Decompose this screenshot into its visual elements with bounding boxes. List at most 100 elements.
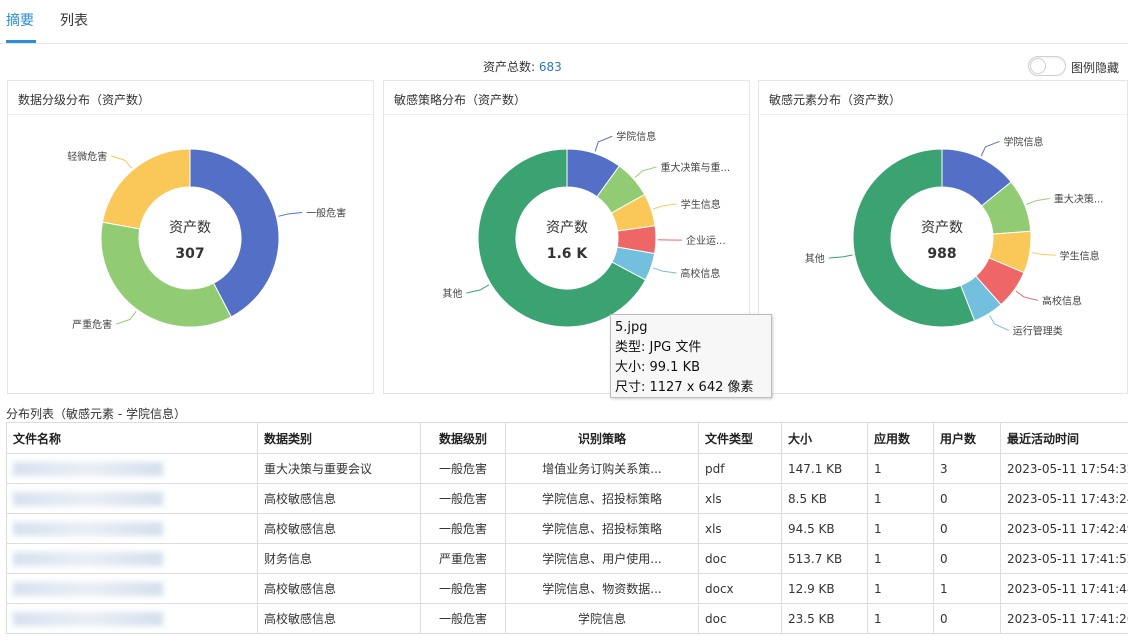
apps-count-link[interactable]: 1 — [867, 483, 934, 514]
apps-count-link[interactable]: 1 — [867, 543, 934, 574]
apps-count-link[interactable]: 1 — [867, 603, 934, 634]
asset-total-value: 683 — [538, 60, 562, 74]
column-header-category[interactable]: 数据类别 — [257, 422, 421, 454]
apps-count-link[interactable]: 1 — [867, 453, 934, 484]
donut-center-value: 988 — [927, 246, 956, 262]
filetype-cell: pdf — [698, 453, 782, 484]
donut-chart-level: 一般危害 轻微危害严重危害 资产数 307 — [67, 148, 346, 331]
last-activity-cell: 2023-05-11 17:41:20 — [1000, 603, 1128, 634]
distribution-table: 文件名称 数据类别 数据级别 识别策略 文件类型 大小 应用数 用户数 最近活动… — [6, 422, 1128, 634]
last-activity-cell: 2023-05-11 17:54:32 — [1000, 453, 1128, 484]
slice-label: 其他 — [442, 287, 462, 300]
table-row[interactable]: 重大决策与重要会议 一般危害 增值业务订购关系策... pdf 147.1 KB… — [6, 453, 1128, 484]
redacted-filename — [13, 491, 163, 506]
donut-center-label: 资产数 — [169, 220, 211, 236]
slice-label: 高校信息 — [680, 267, 720, 280]
label-leader-line — [634, 166, 657, 178]
slice-label: 企业运... — [686, 234, 726, 247]
legend-hide-toggle[interactable] — [1028, 56, 1066, 76]
label-leader-line — [828, 254, 853, 259]
column-header-filetype[interactable]: 文件类型 — [698, 422, 782, 454]
slice-label: 其他 — [805, 252, 825, 265]
filename-cell-redacted — [6, 543, 258, 574]
redacted-filename — [13, 611, 163, 626]
tooltip-dimensions: 尺寸: 1127 x 642 像素 — [615, 380, 754, 395]
table-row[interactable]: 高校敏感信息 一般危害 学院信息、物资数据... docx 12.9 KB 1 … — [6, 573, 1128, 604]
label-leader-line — [1031, 252, 1056, 256]
label-leader-line — [980, 140, 1000, 157]
last-activity-cell: 2023-05-11 17:41:52 — [1000, 543, 1128, 574]
tab-list[interactable]: 列表 — [60, 10, 88, 30]
donut-slice[interactable] — [100, 221, 232, 328]
table-row[interactable]: 高校敏感信息 一般危害 学院信息 doc 23.5 KB 1 0 2023-05… — [6, 603, 1128, 634]
column-header-strategy[interactable]: 识别策略 — [505, 422, 699, 454]
redacted-filename — [13, 581, 163, 596]
users-count-link[interactable]: 0 — [933, 603, 1001, 634]
tooltip-filename: 5.jpg — [615, 320, 648, 335]
chart-title: 敏感元素分布（资产数） — [769, 93, 902, 107]
column-header-apps[interactable]: 应用数 — [867, 422, 934, 454]
column-header-size[interactable]: 大小 — [781, 422, 868, 454]
donut-center-label: 资产数 — [921, 220, 963, 236]
category-cell: 高校敏感信息 — [257, 603, 421, 634]
active-tab-indicator — [6, 40, 36, 43]
label-leader-line — [278, 212, 303, 217]
donut-center-value: 1.6 K — [547, 246, 589, 262]
filename-cell-redacted — [6, 603, 258, 634]
slice-label: 轻微危害 — [67, 150, 107, 163]
toggle-knob — [1030, 58, 1046, 74]
apps-count-link[interactable]: 1 — [867, 513, 934, 544]
table-row[interactable]: 财务信息 严重危害 学院信息、用户使用... doc 513.7 KB 1 0 … — [6, 543, 1128, 574]
filename-cell-redacted — [6, 453, 258, 484]
legend-hide-label: 图例隐藏 — [1071, 61, 1120, 75]
strategy-cell: 增值业务订购关系策... — [505, 453, 699, 484]
category-cell: 财务信息 — [257, 543, 421, 574]
label-leader-line — [1026, 197, 1050, 205]
label-leader-line — [652, 267, 677, 274]
label-leader-line — [1015, 290, 1039, 301]
tooltip-type: 类型: JPG 文件 — [615, 340, 702, 355]
file-info-tooltip: 5.jpg 类型: JPG 文件 大小: 99.1 KB 尺寸: 1127 x … — [610, 314, 772, 398]
label-leader-line — [466, 284, 490, 294]
label-leader-line — [115, 310, 137, 325]
filetype-cell: xls — [698, 483, 782, 514]
tab-summary[interactable]: 摘要 — [6, 10, 34, 30]
donut-slice[interactable] — [101, 148, 191, 230]
users-count-link[interactable]: 0 — [933, 483, 1001, 514]
label-leader-line — [111, 155, 133, 169]
strategy-cell: 学院信息 — [505, 603, 699, 634]
table-header-row: 文件名称 数据类别 数据级别 识别策略 文件类型 大小 应用数 用户数 最近活动… — [6, 422, 1128, 454]
redacted-filename — [13, 461, 163, 476]
table-row[interactable]: 高校敏感信息 一般危害 学院信息、招投标策略 xls 8.5 KB 1 0 20… — [6, 483, 1128, 514]
slice-label: 学院信息 — [1003, 135, 1043, 148]
level-cell: 一般危害 — [420, 453, 506, 484]
apps-count-link[interactable]: 1 — [867, 573, 934, 604]
redacted-filename — [13, 551, 163, 566]
table-row[interactable]: 高校敏感信息 一般危害 学院信息、招投标策略 xls 94.5 KB 1 0 2… — [6, 513, 1128, 544]
redacted-filename — [13, 521, 163, 536]
users-count-link[interactable]: 0 — [933, 513, 1001, 544]
strategy-cell: 学院信息、招投标策略 — [505, 513, 699, 544]
category-cell: 高校敏感信息 — [257, 513, 421, 544]
last-activity-cell: 2023-05-11 17:42:49 — [1000, 513, 1128, 544]
users-count-link[interactable]: 0 — [933, 543, 1001, 574]
category-cell: 高校敏感信息 — [257, 573, 421, 604]
asset-total: 资产总数: 683 — [483, 58, 562, 75]
level-cell: 一般危害 — [420, 513, 506, 544]
size-cell: 8.5 KB — [781, 483, 868, 514]
asset-total-label: 资产总数: — [483, 60, 536, 74]
filename-cell-redacted — [6, 573, 258, 604]
column-header-users[interactable]: 用户数 — [933, 422, 1001, 454]
size-cell: 94.5 KB — [781, 513, 868, 544]
filename-cell-redacted — [6, 483, 258, 514]
column-header-level[interactable]: 数据级别 — [420, 422, 506, 454]
column-header-last-activity[interactable]: 最近活动时间 — [1000, 422, 1128, 454]
level-cell: 严重危害 — [420, 543, 506, 574]
column-header-filename[interactable]: 文件名称 — [6, 422, 258, 454]
chart-card-element: 敏感元素分布（资产数） 学院信息 重大决策... 学生信息 高校信息 运行管理类 其他 资产… — [758, 80, 1128, 394]
users-count-link[interactable]: 3 — [933, 453, 1001, 484]
size-cell: 147.1 KB — [781, 453, 868, 484]
filetype-cell: docx — [698, 573, 782, 604]
filetype-cell: doc — [698, 543, 782, 574]
users-count-link[interactable]: 1 — [933, 573, 1001, 604]
